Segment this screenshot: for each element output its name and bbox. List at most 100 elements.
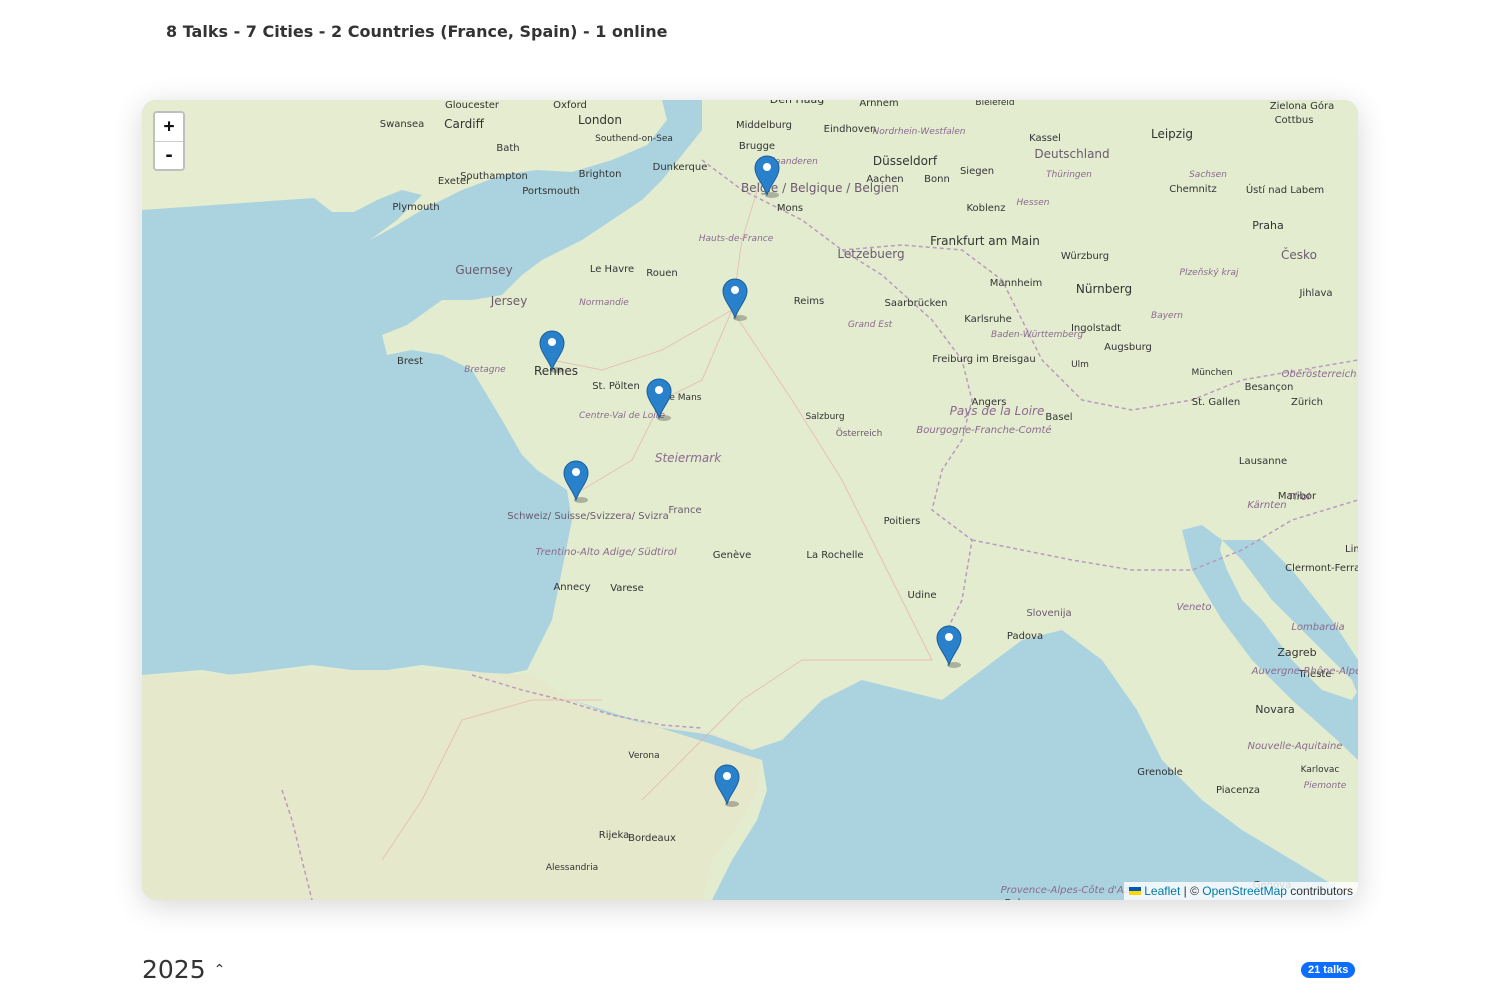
map-label: Piemonte: [1304, 781, 1347, 791]
openstreetmap-link[interactable]: OpenStreetMap: [1202, 884, 1287, 898]
map-label: Bordeaux: [628, 833, 676, 844]
map-label: Ústí nad Labem: [1246, 183, 1324, 196]
map-label: Den Haag: [770, 100, 824, 106]
map-label: Nürnberg: [1076, 282, 1132, 296]
talk-count-badge: 21 talks: [1301, 962, 1356, 978]
map-label: Bath: [496, 143, 519, 154]
map-label: Varese: [610, 583, 644, 594]
map-label: Arnhem: [859, 100, 898, 109]
map-label: Mons: [777, 203, 803, 214]
map-label: Nouvelle-Aquitaine: [1248, 741, 1343, 752]
map-label: Clermont-Ferrand: [1285, 563, 1358, 574]
map-label: Trentino-Alto Adige/ Südtirol: [535, 547, 677, 558]
map-label: Reims: [794, 296, 824, 307]
map-label: Swansea: [380, 119, 424, 130]
map-label: Düsseldorf: [873, 154, 938, 168]
map-label: Poitiers: [884, 516, 921, 527]
map-label: Grand Est: [848, 320, 893, 330]
map-label: Veneto: [1177, 602, 1212, 613]
map-label: Bologna: [1005, 898, 1046, 900]
map-label: Sachsen: [1189, 170, 1227, 180]
map-tiles[interactable]: Gloucester Oxford Den Haag Arnhem Bielefeld Z…: [142, 100, 1358, 900]
map-label: Annecy: [553, 582, 590, 593]
year-section-header[interactable]: 2025 ⌃: [142, 955, 225, 984]
map-label: Gloucester: [445, 100, 500, 111]
map-label: Thüringen: [1046, 170, 1092, 180]
zoom-in-button[interactable]: +: [155, 113, 183, 141]
map-label: Middelburg: [736, 120, 792, 131]
ukraine-flag-icon: [1129, 887, 1142, 895]
map-label: Karlsruhe: [964, 314, 1012, 325]
map-label: Rijeka: [599, 830, 629, 841]
zoom-control: + -: [153, 111, 185, 171]
map-label: Genève: [713, 549, 751, 561]
map-label: Saarbrücken: [885, 298, 948, 309]
map-label: Cottbus: [1275, 115, 1314, 126]
map-label: Lausanne: [1239, 456, 1287, 467]
map-label: Slovenija: [1026, 608, 1071, 619]
map-label: Česko: [1281, 247, 1317, 262]
map-label: Basel: [1045, 412, 1072, 423]
land-layer: [142, 100, 1358, 900]
map-label: Guernsey: [455, 263, 512, 277]
map-label: München: [1191, 368, 1232, 378]
map-label: Verona: [628, 751, 659, 761]
map-label: Österreich: [836, 428, 883, 439]
map-label: Bourgogne-Franche-Comté: [916, 424, 1051, 436]
map-label: Bretagne: [464, 365, 506, 375]
map-label: Cardiff: [444, 117, 484, 131]
map-label: Hessen: [1017, 198, 1050, 208]
map-label: Bayern: [1151, 311, 1183, 321]
attribution-suffix: contributors: [1286, 884, 1353, 898]
map-label: Rouen: [646, 268, 677, 279]
map-label: Hauts-de-France: [699, 234, 774, 244]
map-label: St. Pölten: [592, 381, 640, 392]
map-label: Chemnitz: [1169, 184, 1217, 195]
map-label: Nordrhein-Westfalen: [873, 127, 966, 137]
map-label: Alessandria: [546, 863, 598, 873]
map-label: France: [668, 505, 701, 516]
map-label: St. Gallen: [1192, 397, 1241, 408]
map-label: Zielona Góra: [1270, 100, 1334, 112]
chevron-up-icon[interactable]: ⌃: [214, 962, 226, 978]
map-label: Udine: [908, 590, 937, 601]
map-label: Deutschland: [1034, 147, 1109, 161]
map-label: Grenoble: [1137, 767, 1183, 778]
map-label: Karlovac: [1301, 765, 1340, 775]
year-label: 2025: [142, 955, 206, 984]
map-label: Jersey: [490, 294, 528, 308]
map-label: Baden-Württemberg: [991, 330, 1083, 340]
map-label: Le Havre: [590, 264, 634, 275]
map-label: Auvergne-Rhône-Alpes: [1251, 665, 1358, 677]
map-label: Lombardia: [1291, 622, 1344, 633]
map-label: Novara: [1255, 703, 1294, 716]
map-label: Frankfurt am Main: [930, 234, 1040, 248]
map-label: Zagreb: [1277, 646, 1316, 659]
map-label: Limoges: [1345, 544, 1358, 555]
map-label: Siegen: [960, 166, 994, 177]
leaflet-link[interactable]: Leaflet: [1144, 884, 1180, 898]
map-label: Freiburg im Breisgau: [932, 354, 1035, 365]
map-label: Plzeňský kraj: [1180, 268, 1239, 278]
map-label: Jihlava: [1298, 288, 1332, 299]
map-label: Salzburg: [805, 412, 844, 422]
map-label: Zürich: [1291, 397, 1323, 408]
map-container[interactable]: Gloucester Oxford Den Haag Arnhem Bielefeld Z…: [142, 100, 1358, 900]
map-label: Brest: [397, 356, 423, 367]
map-label: Provence-Alpes-Côte d'Azur: [1001, 884, 1141, 896]
map-label: Padova: [1007, 631, 1043, 642]
zoom-out-button[interactable]: -: [155, 141, 183, 169]
map-label: Schweiz/ Suisse/Svizzera/ Svizra: [507, 511, 669, 522]
map-label: Oberösterreich: [1282, 369, 1357, 380]
attribution-separator: | ©: [1180, 884, 1203, 898]
map-label: Ulm: [1071, 360, 1089, 370]
map-label: Dunkerque: [653, 162, 708, 173]
map-attribution: Leaflet | © OpenStreetMap contributors: [1124, 882, 1358, 900]
map-label: Bielefeld: [975, 100, 1014, 108]
map-label: Southend-on-Sea: [595, 134, 673, 144]
map-label: Kassel: [1029, 133, 1061, 144]
map-label: London: [578, 113, 622, 127]
map-label: Piacenza: [1216, 785, 1260, 796]
map-label: Southampton: [460, 171, 528, 182]
map-label: Augsburg: [1104, 342, 1152, 353]
